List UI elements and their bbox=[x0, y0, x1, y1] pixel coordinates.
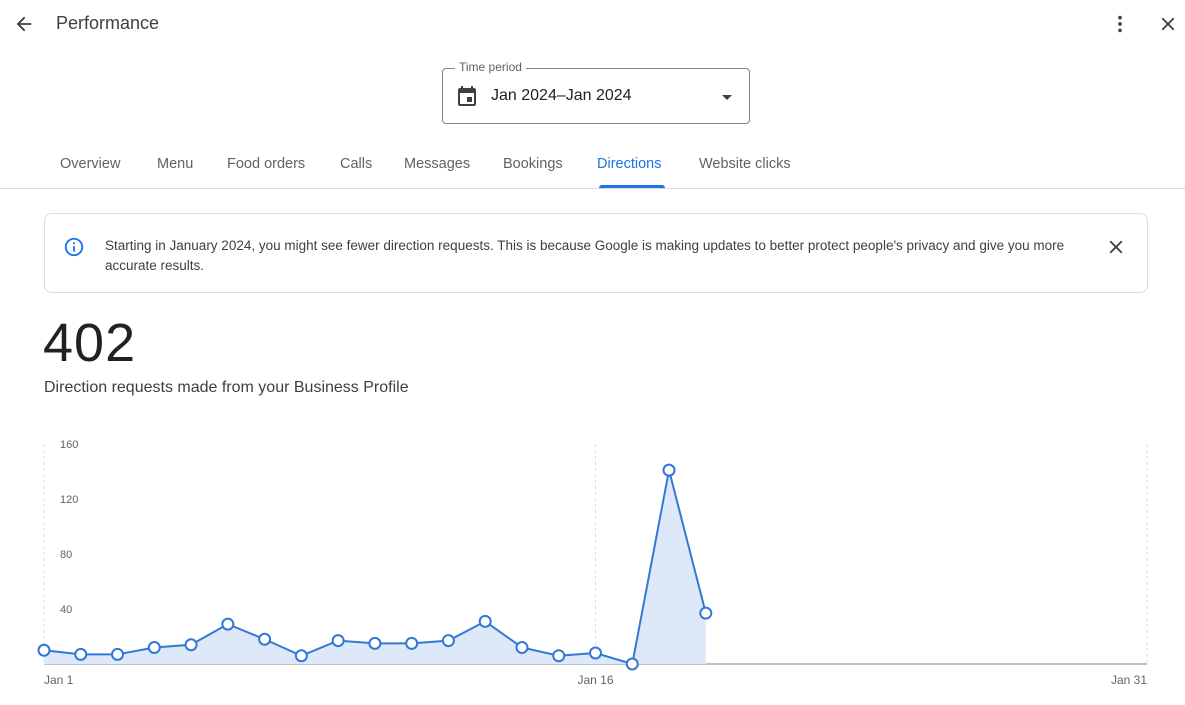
info-icon bbox=[64, 237, 84, 257]
back-button[interactable] bbox=[10, 10, 38, 38]
data-point bbox=[589, 646, 602, 660]
time-period-label: Time period bbox=[455, 60, 526, 74]
x-tick-label: Jan 1 bbox=[44, 673, 74, 687]
data-point bbox=[405, 636, 419, 650]
series-area bbox=[44, 470, 706, 664]
y-tick-label: 40 bbox=[60, 604, 72, 616]
tab-bookings[interactable]: Bookings bbox=[503, 156, 563, 172]
data-point bbox=[331, 634, 345, 648]
tab-overview[interactable]: Overview bbox=[60, 156, 120, 172]
close-icon bbox=[1109, 240, 1123, 254]
dropdown-arrow-icon bbox=[722, 95, 732, 100]
data-point bbox=[184, 638, 198, 652]
data-point bbox=[258, 632, 272, 646]
data-point bbox=[441, 634, 455, 648]
more-options-button[interactable] bbox=[1106, 10, 1134, 38]
tab-directions[interactable]: Directions bbox=[597, 156, 661, 172]
data-point bbox=[221, 617, 235, 631]
info-banner-text: Starting in January 2024, you might see … bbox=[105, 238, 1065, 273]
close-button[interactable] bbox=[1154, 10, 1182, 38]
data-point bbox=[699, 606, 713, 620]
data-point bbox=[294, 649, 308, 663]
data-point bbox=[552, 649, 566, 663]
chart-svg: 40 80 120 160 Jan 1 Jan 16 Jan 31 bbox=[37, 439, 1148, 687]
calendar-icon bbox=[458, 86, 476, 106]
active-tab-indicator bbox=[599, 185, 665, 188]
direction-requests-chart: 40 80 120 160 Jan 1 Jan 16 Jan 31 bbox=[0, 430, 1185, 700]
x-tick-label: Jan 16 bbox=[577, 673, 613, 687]
data-point bbox=[625, 657, 639, 671]
metric-description: Direction requests made from your Busine… bbox=[44, 379, 409, 396]
data-point bbox=[111, 647, 125, 661]
time-period-value: Jan 2024–Jan 2024 bbox=[491, 87, 632, 104]
data-point bbox=[147, 641, 161, 654]
tab-food-orders[interactable]: Food orders bbox=[227, 156, 305, 172]
series-line bbox=[43, 469, 707, 666]
data-point bbox=[74, 647, 88, 661]
y-tick-label: 160 bbox=[60, 439, 78, 451]
dismiss-banner-button[interactable] bbox=[1103, 234, 1129, 260]
time-period-select[interactable]: Time period Jan 2024–Jan 2024 bbox=[442, 60, 750, 124]
tab-menu[interactable]: Menu bbox=[157, 156, 193, 172]
data-point bbox=[662, 463, 676, 477]
y-tick-label: 120 bbox=[60, 494, 78, 506]
x-tick-label: Jan 31 bbox=[1111, 673, 1147, 687]
tab-messages[interactable]: Messages bbox=[404, 156, 470, 172]
data-point bbox=[478, 614, 492, 628]
top-bar: Performance bbox=[0, 0, 1185, 48]
tab-bar: Overview Menu Food orders Calls Messages… bbox=[0, 140, 1185, 189]
metric-total: 402 bbox=[43, 313, 137, 373]
page-title: Performance bbox=[56, 13, 160, 33]
tab-website-clicks[interactable]: Website clicks bbox=[699, 156, 791, 172]
close-icon bbox=[1161, 17, 1175, 31]
info-banner: Starting in January 2024, you might see … bbox=[44, 213, 1148, 293]
data-point bbox=[368, 636, 382, 650]
data-point bbox=[37, 643, 51, 657]
tab-calls[interactable]: Calls bbox=[340, 156, 372, 172]
arrow-back-icon bbox=[16, 16, 32, 32]
data-point bbox=[515, 641, 529, 654]
more-vert-icon bbox=[1118, 15, 1122, 33]
y-tick-label: 80 bbox=[60, 549, 72, 561]
